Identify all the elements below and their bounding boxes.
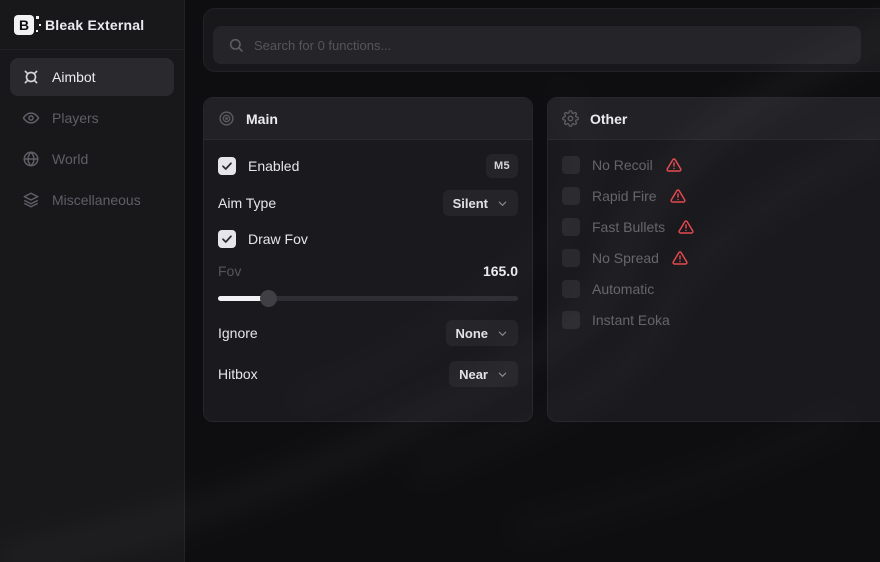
- fast-bullets-label: Fast Bullets: [592, 219, 665, 235]
- panel-other-body: No Recoil Rapid Fire Fast Bullets No Spr…: [548, 140, 880, 346]
- app-logo-icon: B: [14, 15, 34, 35]
- chevron-down-icon: [497, 198, 508, 209]
- brand: B Bleak External: [0, 0, 184, 50]
- warning-icon: [666, 157, 682, 173]
- gear-icon: [562, 110, 579, 127]
- automatic-checkbox[interactable]: [562, 280, 580, 298]
- ignore-select[interactable]: None: [446, 320, 519, 346]
- sidebar-item-players[interactable]: Players: [10, 99, 174, 137]
- search-input[interactable]: [254, 38, 846, 53]
- target-icon: [218, 110, 235, 127]
- draw-fov-row: Draw Fov: [218, 227, 518, 251]
- sidebar-item-aimbot[interactable]: Aimbot: [10, 58, 174, 96]
- sidebar-item-world[interactable]: World: [10, 140, 174, 178]
- fast-bullets-checkbox[interactable]: [562, 218, 580, 236]
- aim-type-label: Aim Type: [218, 195, 276, 211]
- panel-main: Main Enabled M5 Aim Type Silent: [203, 97, 533, 422]
- rapid-fire-checkbox[interactable]: [562, 187, 580, 205]
- no-spread-label: No Spread: [592, 250, 659, 266]
- fov-row: Fov 165.0: [218, 261, 518, 281]
- sidebar-item-label: World: [52, 151, 88, 167]
- no-recoil-checkbox[interactable]: [562, 156, 580, 174]
- topbar: [203, 8, 880, 72]
- sidebar: B Bleak External Aimbot Players: [0, 0, 185, 562]
- automatic-label: Automatic: [592, 281, 654, 297]
- hitbox-row: Hitbox Near: [218, 361, 518, 387]
- hitbox-value: Near: [459, 367, 488, 382]
- enabled-row: Enabled M5: [218, 154, 518, 178]
- aim-type-row: Aim Type Silent: [218, 190, 518, 216]
- enabled-checkbox[interactable]: [218, 157, 236, 175]
- ignore-row: Ignore None: [218, 320, 518, 346]
- fast-bullets-row: Fast Bullets: [562, 215, 880, 239]
- no-recoil-row: No Recoil: [562, 153, 880, 177]
- panel-other: Other No Recoil Rapid Fire Fast Bullets: [547, 97, 880, 422]
- panel-main-body: Enabled M5 Aim Type Silent Draw Fov Fov: [204, 140, 532, 401]
- fov-value: 165.0: [483, 263, 518, 279]
- instant-eoka-checkbox[interactable]: [562, 311, 580, 329]
- search-icon: [228, 37, 244, 53]
- sidebar-item-label: Players: [52, 110, 99, 126]
- aim-type-value: Silent: [453, 196, 488, 211]
- ignore-label: Ignore: [218, 325, 258, 341]
- fov-slider-thumb[interactable]: [260, 290, 277, 307]
- aim-type-select[interactable]: Silent: [443, 190, 518, 216]
- fov-label: Fov: [218, 263, 241, 279]
- sidebar-item-label: Aimbot: [52, 69, 96, 85]
- panel-main-header: Main: [204, 98, 532, 140]
- layers-icon: [22, 191, 40, 209]
- eye-icon: [22, 109, 40, 127]
- hitbox-label: Hitbox: [218, 366, 258, 382]
- chevron-down-icon: [497, 369, 508, 380]
- panel-other-header: Other: [548, 98, 880, 140]
- instant-eoka-row: Instant Eoka: [562, 308, 880, 332]
- fov-slider[interactable]: [218, 290, 518, 306]
- app-title: Bleak External: [45, 17, 144, 33]
- crosshair-icon: [22, 68, 40, 86]
- automatic-row: Automatic: [562, 277, 880, 301]
- rapid-fire-row: Rapid Fire: [562, 184, 880, 208]
- search-box[interactable]: [213, 26, 861, 64]
- warning-icon: [678, 219, 694, 235]
- no-recoil-label: No Recoil: [592, 157, 653, 173]
- sidebar-item-label: Miscellaneous: [52, 192, 141, 208]
- sidebar-nav: Aimbot Players World: [0, 50, 184, 219]
- draw-fov-label: Draw Fov: [248, 231, 308, 247]
- hitbox-select[interactable]: Near: [449, 361, 518, 387]
- rapid-fire-label: Rapid Fire: [592, 188, 657, 204]
- instant-eoka-label: Instant Eoka: [592, 312, 670, 328]
- ignore-value: None: [456, 326, 489, 341]
- warning-icon: [672, 250, 688, 266]
- no-spread-checkbox[interactable]: [562, 249, 580, 267]
- chevron-down-icon: [497, 328, 508, 339]
- keybind-badge[interactable]: M5: [486, 154, 518, 178]
- enabled-label: Enabled: [248, 158, 299, 174]
- no-spread-row: No Spread: [562, 246, 880, 270]
- globe-icon: [22, 150, 40, 168]
- warning-icon: [670, 188, 686, 204]
- sidebar-item-miscellaneous[interactable]: Miscellaneous: [10, 181, 174, 219]
- panel-title: Other: [590, 111, 627, 127]
- panel-title: Main: [246, 111, 278, 127]
- draw-fov-checkbox[interactable]: [218, 230, 236, 248]
